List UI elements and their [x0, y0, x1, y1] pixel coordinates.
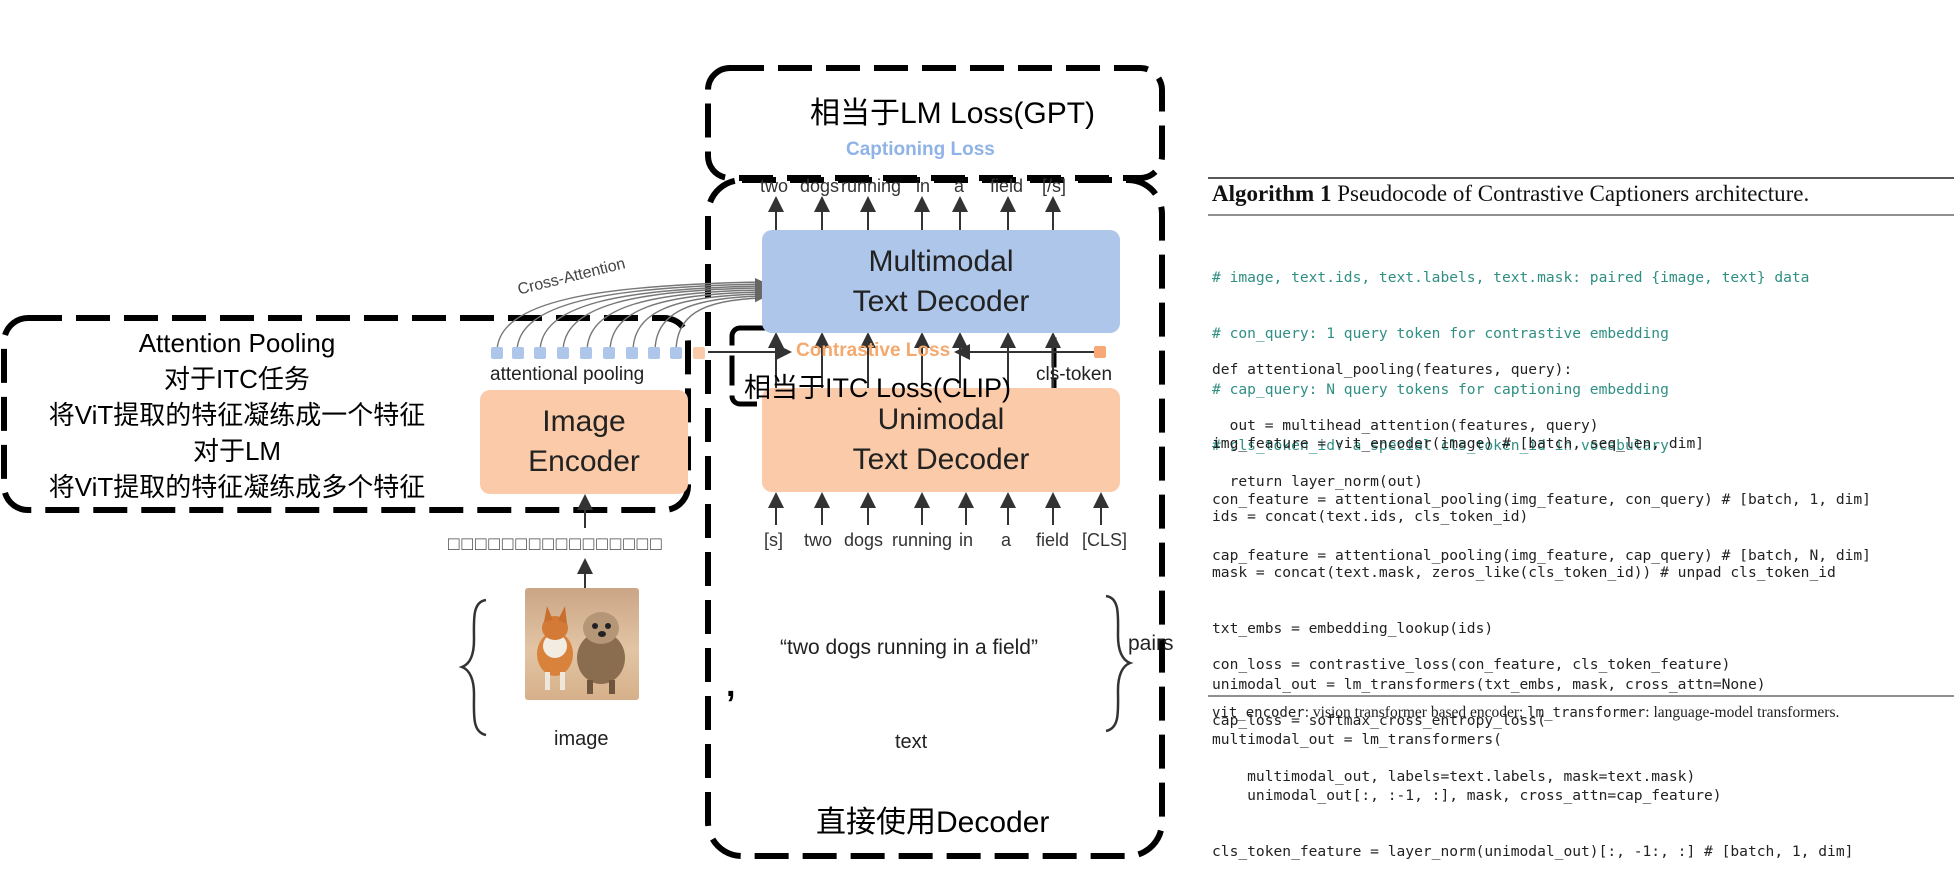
note-line: 将ViT提取的特征凝练成多个特征 [48, 472, 426, 502]
input-token: running [892, 530, 953, 550]
input-token: in [959, 530, 974, 550]
multimodal-label-line2: Text Decoder [852, 284, 1030, 318]
algorithm-caption: Pseudocode of Contrastive Captioners arc… [1331, 181, 1810, 206]
lm-loss-annotation: 相当于LM Loss(GPT) [810, 97, 1096, 130]
captioning-loss-label: Captioning Loss [846, 139, 995, 160]
note-line: 将ViT提取的特征凝练成一个特征 [48, 400, 426, 430]
code-line: multimodal_out, labels=text.labels, mask… [1212, 767, 1696, 785]
code-line: con_loss = contrastive_loss(con_feature,… [1212, 656, 1731, 674]
attentional-pooling-label: attentional pooling [490, 364, 645, 385]
multimodal-label-line1: Multimodal [868, 244, 1014, 278]
note-line: 对于ITC任务 [164, 364, 310, 394]
code-comment-line: # image, text.ids, text.labels, text.mas… [1212, 269, 1810, 287]
footnote-text: : vision transformer based encoder; [1304, 704, 1528, 721]
input-token: [CLS] [1082, 530, 1128, 550]
input-token: field [1036, 530, 1070, 550]
right-brace [1105, 594, 1134, 733]
input-token: a [1001, 530, 1012, 550]
output-token: a [954, 176, 965, 196]
output-token: field [990, 176, 1024, 196]
multimodal-text-decoder: Multimodal Text Decoder [762, 230, 1120, 333]
unimodal-label-line1: Unimodal [877, 403, 1005, 436]
cls-token-label: cls-token [1036, 364, 1113, 385]
unimodal-label-line2: Text Decoder [852, 443, 1030, 476]
text-label: text [895, 731, 928, 753]
cls-token-square [1094, 346, 1106, 358]
input-token: [s] [764, 530, 784, 550]
footnote-term: vit_encoder [1212, 705, 1305, 721]
code-line: cls_token_feature = layer_norm(unimodal_… [1212, 842, 1854, 860]
image-encoder-label-line1: Image [542, 405, 626, 438]
footnote-term: lm_transformer [1527, 705, 1646, 721]
caption-text: “two dogs running in a field” [780, 636, 1038, 659]
footnote-text: : language-model transformers. [1645, 704, 1840, 721]
left-brace [458, 598, 487, 737]
output-token: two [760, 176, 789, 196]
image-encoder: Image Encoder [480, 390, 688, 494]
decoder-annotation: 直接使用Decoder [816, 806, 1050, 839]
image-label: image [554, 728, 609, 750]
code-line: def attentional_pooling(features, query)… [1212, 361, 1573, 379]
note-line: Attention Pooling [138, 328, 336, 358]
output-token: running [841, 176, 902, 196]
input-token: two [804, 530, 833, 550]
code-line: img_feature = vit_encoder(image) # [batc… [1212, 435, 1705, 453]
note-line: 对于LM [192, 436, 282, 466]
image-encoder-label-line2: Encoder [528, 445, 640, 478]
attention-pooling-note: Attention Pooling 对于ITC任务 将ViT提取的特征凝练成一个… [12, 325, 462, 505]
algorithm-number: Algorithm 1 [1212, 181, 1332, 206]
code-line: ids = concat(text.ids, cls_token_id) [1212, 508, 1529, 526]
itc-loss-annotation: 相当于ITC Loss(CLIP) [744, 373, 1012, 403]
algorithm-title: Algorithm 1 Pseudocode of Contrastive Ca… [1212, 181, 1809, 207]
photo-of-two-dogs [525, 588, 639, 700]
pairs-label: pairs [1128, 632, 1174, 655]
input-token: dogs [844, 530, 884, 550]
figure-root: Multimodal Text Decoder Unimodal Text De… [0, 0, 1958, 890]
comma-mark: , [726, 666, 736, 704]
algorithm-footnote: vit_encoder: vision transformer based en… [1212, 704, 1839, 722]
image-patch-tokens: □□□□□□□□□□□□□□□□ [448, 534, 664, 555]
code-line: mask = concat(text.mask, zeros_like(cls_… [1212, 563, 1836, 581]
output-token: in [916, 176, 931, 196]
output-token: dogs [800, 176, 840, 196]
contrastive-loss-label: Contrastive Loss [796, 340, 951, 361]
output-token: [/s] [1042, 176, 1067, 196]
